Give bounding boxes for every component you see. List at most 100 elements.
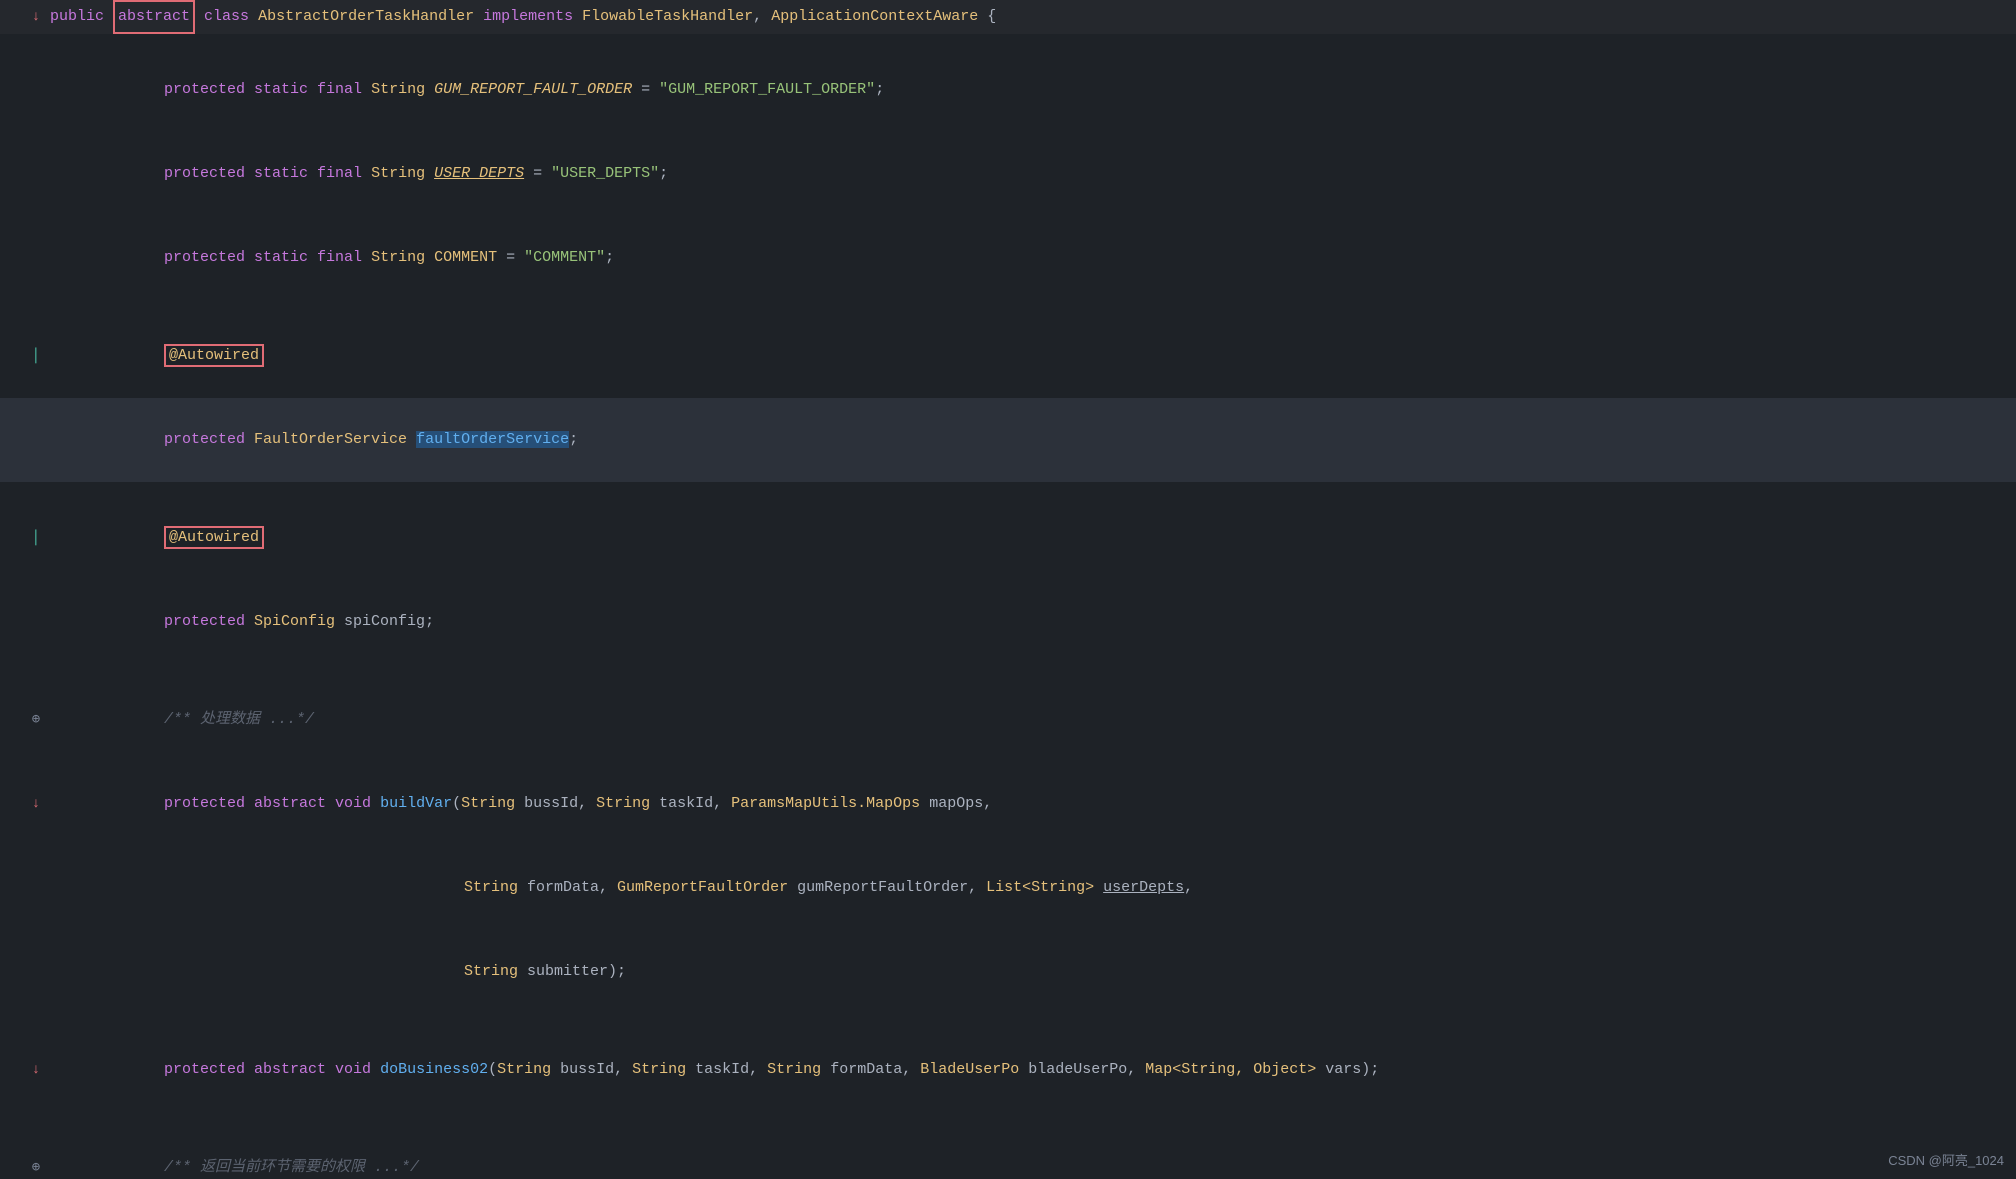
interface-2: ApplicationContextAware <box>771 3 978 31</box>
keyword-class: class <box>204 3 258 31</box>
param-formdata-db: formData, <box>830 1061 920 1078</box>
param-mapops: mapOps, <box>929 795 992 812</box>
type-spi: SpiConfig <box>254 613 344 630</box>
code-text <box>195 3 204 31</box>
type-string-db3: String <box>767 1061 830 1078</box>
gutter-arrow-1: ↓ <box>28 3 44 31</box>
type-blade: BladeUserPo <box>920 1061 1028 1078</box>
code-line-blank-6 <box>0 1112 2016 1126</box>
const-comment: COMMENT <box>434 249 497 266</box>
param-bussid-db: bussId, <box>560 1061 632 1078</box>
code-line-blank-2 <box>0 300 2016 314</box>
code-editor: ↓ public abstract class AbstractOrderTas… <box>0 0 2016 1179</box>
type-list: List<String> <box>986 879 1103 896</box>
type-gum: GumReportFaultOrder <box>617 879 797 896</box>
code-line-4: protected static final String USER_DEPTS… <box>0 132 2016 216</box>
param-bussid: bussId, <box>524 795 596 812</box>
kw-protected-db: protected <box>164 1061 254 1078</box>
paren-db: ( <box>488 1061 497 1078</box>
code-line-buildvar-cont: String formData, GumReportFaultOrder gum… <box>0 846 2016 930</box>
code-line-fault-service: protected FaultOrderService faultOrderSe… <box>0 398 2016 482</box>
annotation-autowired-2: @Autowired <box>164 526 264 549</box>
str-user-depts: "USER_DEPTS" <box>551 165 659 182</box>
semi-1: ; <box>875 81 884 98</box>
comma-bvc: , <box>1184 879 1193 896</box>
param-taskid: taskId, <box>659 795 731 812</box>
param-formdata: formData, <box>527 879 617 896</box>
comment-process-data: /** 处理数据 ...*/ <box>164 711 314 728</box>
field-fault-service-highlighted: faultOrderService <box>416 431 569 448</box>
str-gum-report: "GUM_REPORT_FAULT_ORDER" <box>659 81 875 98</box>
gutter-bar-1: │ <box>28 342 44 370</box>
code-line-blank-3 <box>0 482 2016 496</box>
code-line-spi: protected SpiConfig spiConfig; <box>0 580 2016 664</box>
comment-return-permission: /** 返回当前环节需要的权限 ...*/ <box>164 1159 419 1176</box>
code-line-blank-4 <box>0 664 2016 678</box>
param-taskid-db: taskId, <box>695 1061 767 1078</box>
param-submitter-bv: submitter); <box>527 963 626 980</box>
kw-void-db: void <box>335 1061 380 1078</box>
semi-2: ; <box>659 165 668 182</box>
kw-protected-bv: protected <box>164 795 254 812</box>
type-fault-service: FaultOrderService <box>254 431 416 448</box>
gutter-collapse-1: ⊕ <box>28 706 44 734</box>
code-line-comment-2: ⊕ /** 返回当前环节需要的权限 ...*/ <box>0 1126 2016 1179</box>
type-string-bv1: String <box>461 795 524 812</box>
kw-static-3: static <box>254 249 317 266</box>
eq-3: = <box>497 249 524 266</box>
keyword-public: public <box>50 3 113 31</box>
type-string-db2: String <box>632 1061 695 1078</box>
str-comment: "COMMENT" <box>524 249 605 266</box>
comma: , <box>753 3 771 31</box>
kw-abstract-db: abstract <box>254 1061 335 1078</box>
method-buildvar: buildVar <box>380 795 452 812</box>
type-string-1: String <box>371 81 434 98</box>
gutter-collapse-2: ⊕ <box>28 1154 44 1179</box>
code-line-buildvar-cont2: String submitter); <box>0 930 2016 1014</box>
type-map-db: Map<String, Object> <box>1145 1061 1325 1078</box>
type-string-db1: String <box>497 1061 560 1078</box>
code-line-5: protected static final String COMMENT = … <box>0 216 2016 300</box>
keyword-abstract-highlighted: abstract <box>113 0 195 34</box>
watermark: CSDN @阿亮_1024 <box>1876 1143 2016 1179</box>
semi-3: ; <box>605 249 614 266</box>
param-blade: bladeUserPo, <box>1028 1061 1145 1078</box>
keyword-implements: implements <box>483 3 582 31</box>
code-line-comment-1: ⊕ /** 处理数据 ...*/ <box>0 678 2016 762</box>
kw-abstract-bv: abstract <box>254 795 335 812</box>
type-string-bvc2: String <box>464 963 527 980</box>
const-user-depts: USER_DEPTS <box>434 165 524 182</box>
kw-static-2: static <box>254 165 317 182</box>
code-line-autowired1: │ @Autowired <box>0 314 2016 398</box>
field-spi: spiConfig <box>344 613 425 630</box>
semi-fs: ; <box>569 431 578 448</box>
code-line-blank-1 <box>0 34 2016 48</box>
code-line-dobusiness: ↓ protected abstract void doBusiness02(S… <box>0 1028 2016 1112</box>
param-userdepts: userDepts <box>1103 879 1184 896</box>
code-line-3: protected static final String GUM_REPORT… <box>0 48 2016 132</box>
method-dobusiness: doBusiness02 <box>380 1061 488 1078</box>
class-name: AbstractOrderTaskHandler <box>258 3 483 31</box>
const-gum-report: GUM_REPORT_FAULT_ORDER <box>434 81 632 98</box>
kw-protected-spi: protected <box>164 613 254 630</box>
kw-final-3: final <box>317 249 371 266</box>
type-string-bv2: String <box>596 795 659 812</box>
type-string-bvc1: String <box>464 879 527 896</box>
watermark-text: CSDN @阿亮_1024 <box>1888 1153 2004 1168</box>
kw-protected-fs: protected <box>164 431 254 448</box>
gutter-bar-2: │ <box>28 524 44 552</box>
kw-protected-2: protected <box>164 165 254 182</box>
type-params: ParamsMapUtils.MapOps <box>731 795 929 812</box>
kw-void-bv: void <box>335 795 380 812</box>
semi-spi: ; <box>425 613 434 630</box>
code-line-buildvar: ↓ protected abstract void buildVar(Strin… <box>0 762 2016 846</box>
eq-1: = <box>632 81 659 98</box>
annotation-autowired-1: @Autowired <box>164 344 264 367</box>
eq-2: = <box>524 165 551 182</box>
paren-bv: ( <box>452 795 461 812</box>
code-line-1: ↓ public abstract class AbstractOrderTas… <box>0 0 2016 34</box>
type-string-3: String <box>371 249 434 266</box>
code-line-autowired2: │ @Autowired <box>0 496 2016 580</box>
kw-final-1: final <box>317 81 371 98</box>
interface-1: FlowableTaskHandler <box>582 3 753 31</box>
